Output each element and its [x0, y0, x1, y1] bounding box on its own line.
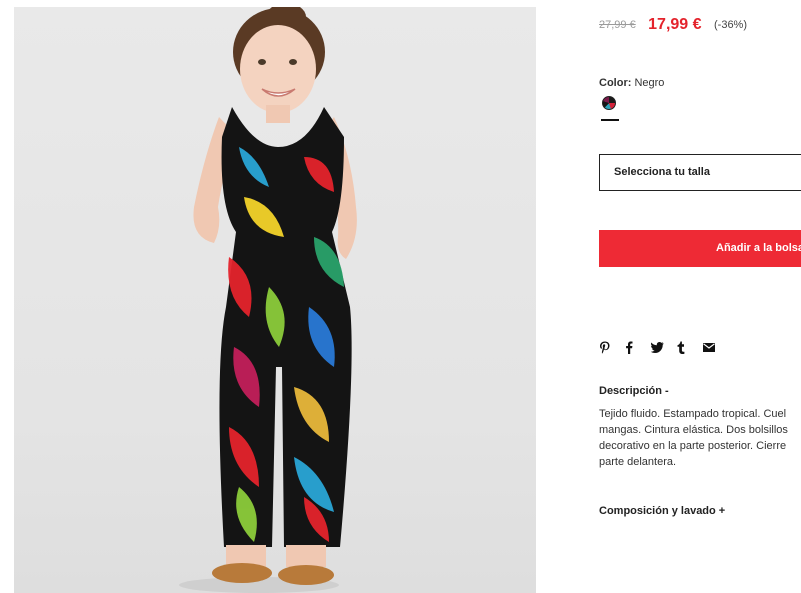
sale-price: 17,99 € [648, 16, 702, 33]
color-value: Negro [634, 77, 665, 89]
color-swatch-negro[interactable] [602, 96, 616, 110]
product-info-panel: 27,99 € 17,99 € (-36%) Color: Negro Sele… [599, 0, 801, 593]
discount-badge: (-36%) [714, 19, 748, 31]
description-line: parte delantera. [599, 456, 677, 468]
description-text: Tejido fluido. Estampado tropical. Cuel … [599, 406, 801, 470]
price-row: 27,99 € 17,99 € (-36%) [599, 16, 747, 34]
tumblr-icon[interactable] [677, 339, 703, 355]
twitter-icon[interactable] [651, 339, 677, 355]
add-to-bag-button[interactable]: Añadir a la bolsa [599, 230, 801, 267]
composition-toggle[interactable]: Composición y lavado + [599, 505, 725, 517]
size-select[interactable]: Selecciona tu talla [599, 154, 801, 191]
description-line: decorativo en la parte posterior. Cierre [599, 440, 787, 452]
product-image[interactable] [14, 7, 536, 593]
description-line: mangas. Cintura elástica. Dos bolsillos [599, 424, 788, 436]
old-price: 27,99 € [599, 19, 636, 31]
description-line: Tejido fluido. Estampado tropical. Cuel [599, 408, 787, 420]
product-photo-illustration [179, 7, 357, 593]
facebook-icon[interactable] [625, 339, 651, 355]
share-icons [599, 339, 729, 355]
color-label: Color: Negro [599, 77, 664, 89]
color-label-title: Color: [599, 77, 632, 89]
mail-icon[interactable] [703, 339, 729, 355]
pinterest-icon[interactable] [599, 339, 625, 355]
description-toggle[interactable]: Descripción - [599, 385, 669, 397]
selected-swatch-indicator [601, 119, 619, 121]
